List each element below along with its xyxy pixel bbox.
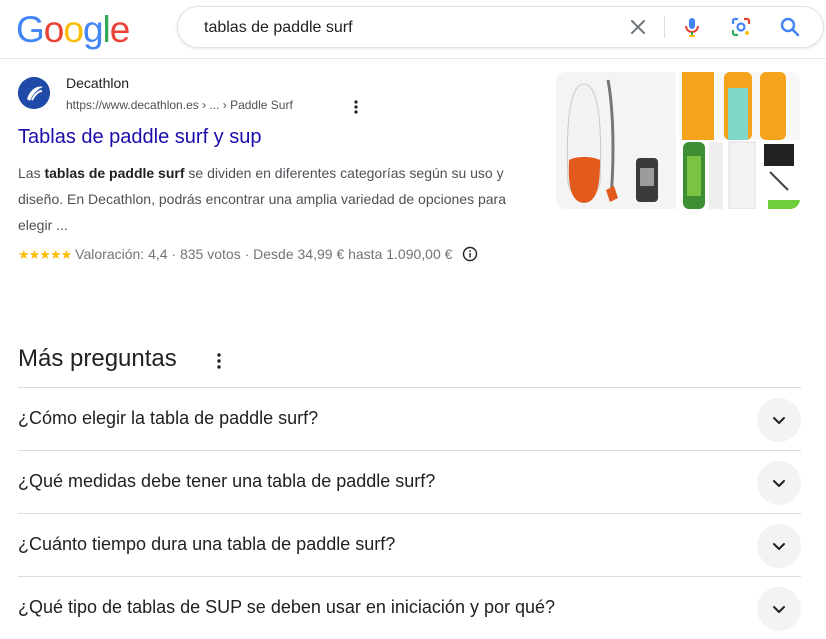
search-box (177, 6, 824, 49)
google-logo[interactable]: Google (16, 9, 131, 51)
rating-line: ★★★★★ Valoración: 4,4 · 835 votos · Desd… (18, 241, 538, 268)
separator: · (244, 246, 250, 262)
expand-button[interactable] (757, 587, 801, 631)
site-name[interactable]: Decathlon (66, 75, 129, 91)
faq-question: ¿Qué tipo de tablas de SUP se deben usar… (18, 597, 556, 617)
expand-button[interactable] (757, 461, 801, 505)
logo-letter: o (43, 9, 65, 50)
faq-item[interactable]: ¿Qué medidas debe tener una tabla de pad… (18, 450, 801, 513)
top-bar: Google (0, 0, 826, 59)
result-snippet: Las tablas de paddle surf se dividen en … (18, 160, 533, 238)
search-icon[interactable] (778, 15, 802, 39)
info-icon[interactable] (462, 244, 478, 262)
faq-item[interactable]: ¿Qué tipo de tablas de SUP se deben usar… (18, 576, 801, 639)
chevron-down-icon (773, 480, 785, 487)
logo-letter: e (109, 9, 131, 50)
faq-question: ¿Cómo elegir la tabla de paddle surf? (18, 408, 319, 428)
price-range: Desde 34,99 € hasta 1.090,00 € (253, 246, 453, 262)
more-questions-heading: Más preguntas (18, 345, 177, 372)
logo-letter: G (16, 9, 45, 50)
faq-list: ¿Cómo elegir la tabla de paddle surf? ¿Q… (18, 387, 801, 639)
microphone-icon[interactable] (680, 15, 704, 39)
site-url[interactable]: https://www.decathlon.es › ... › Paddle … (66, 98, 293, 112)
faq-item[interactable]: ¿Cuánto tiempo dura una tabla de paddle … (18, 513, 801, 576)
logo-letter: l (102, 9, 111, 50)
search-input[interactable] (202, 7, 606, 49)
logo-letter: g (82, 9, 104, 50)
expand-button[interactable] (757, 398, 801, 442)
rating-label: Valoración: 4,4 (75, 246, 168, 262)
star-rating-icon: ★★★★★ (18, 247, 72, 262)
expand-button[interactable] (757, 524, 801, 568)
snippet-text: Las (18, 165, 45, 181)
separator: · (171, 246, 177, 262)
chevron-down-icon (773, 543, 785, 550)
more-options-icon[interactable] (210, 350, 228, 372)
clear-icon[interactable] (626, 15, 650, 39)
faq-question: ¿Cuánto tiempo dura una tabla de paddle … (18, 534, 396, 554)
result-title-link[interactable]: Tablas de paddle surf y sup (18, 126, 262, 149)
paddle-board-images (556, 72, 800, 209)
chevron-down-icon (773, 606, 785, 613)
faq-question: ¿Qué medidas debe tener una tabla de pad… (18, 471, 436, 491)
search-divider (664, 16, 665, 38)
decathlon-logo-icon (18, 77, 50, 109)
snippet-highlight: tablas de paddle surf (44, 165, 185, 181)
chevron-down-icon (773, 417, 785, 424)
result-image-thumbnails[interactable] (556, 72, 800, 209)
more-options-icon[interactable] (348, 98, 364, 116)
votes-count: 835 votos (179, 246, 241, 262)
lens-icon[interactable] (729, 15, 753, 39)
logo-letter: o (63, 9, 84, 50)
faq-item[interactable]: ¿Cómo elegir la tabla de paddle surf? (18, 387, 801, 450)
